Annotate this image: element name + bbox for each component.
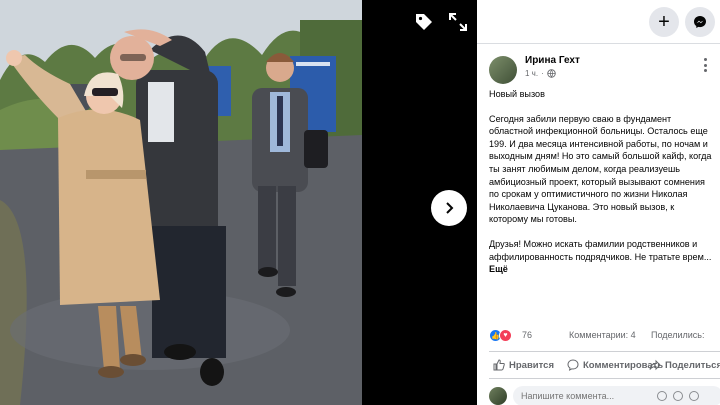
composer-icons: [657, 391, 699, 401]
author-name[interactable]: Ирина Гехт: [525, 55, 580, 66]
post-paragraph-1: Сегодня забили первую сваю в фундамент о…: [489, 113, 712, 225]
meta-separator: ·: [541, 69, 544, 78]
add-button[interactable]: +: [649, 7, 679, 37]
camera-icon[interactable]: [673, 391, 683, 401]
comments-count[interactable]: Комментарии: 4: [569, 330, 636, 340]
photo-viewer: [0, 0, 477, 405]
post-panel: + Ирина Гехт 1 ч. · Новый вызов Сегодня …: [477, 0, 720, 405]
post-actions: Нравится Комментировать Поделиться: [489, 351, 720, 379]
post-meta: 1 ч. ·: [525, 69, 580, 78]
messenger-button[interactable]: [685, 7, 715, 37]
shares-count[interactable]: Поделились:: [651, 330, 704, 340]
share-label: Поделиться: [665, 359, 720, 371]
photo-illustration: [0, 0, 362, 405]
gif-icon[interactable]: [689, 391, 699, 401]
messenger-icon: [694, 16, 706, 28]
like-icon: [493, 359, 505, 371]
post-photo[interactable]: [0, 0, 362, 405]
avatar[interactable]: [489, 56, 517, 84]
share-button[interactable]: Поделиться: [649, 359, 720, 371]
like-button[interactable]: Нравится: [493, 359, 554, 371]
expand-icon[interactable]: [446, 10, 470, 34]
panel-topbar: +: [477, 0, 720, 44]
post-text: Новый вызов Сегодня забили первую сваю в…: [489, 88, 713, 288]
post-paragraph-2-text: Друзья! Можно искать фамилии родственник…: [489, 238, 712, 262]
post-author: Ирина Гехт 1 ч. ·: [489, 55, 580, 84]
share-icon: [649, 359, 661, 371]
more-options-icon[interactable]: [696, 58, 714, 72]
tag-icon[interactable]: [412, 10, 436, 34]
composer-avatar: [489, 387, 507, 405]
comment-composer: [489, 385, 720, 405]
comment-icon: [567, 359, 579, 371]
like-label: Нравится: [509, 359, 554, 371]
post-paragraph-2: Друзья! Можно искать фамилии родственник…: [489, 238, 713, 276]
post-time[interactable]: 1 ч.: [525, 69, 538, 78]
reaction-icons[interactable]: 👍 ♥: [489, 329, 512, 342]
see-more-link[interactable]: Ещё: [489, 264, 508, 274]
chevron-right-icon: [446, 202, 454, 214]
reactions-summary: 👍 ♥ 76 Комментарии: 4 Поделились:: [489, 329, 720, 343]
post-title: Новый вызов: [489, 89, 545, 99]
next-photo-button[interactable]: [431, 190, 467, 226]
globe-icon: [547, 69, 556, 78]
love-reaction-icon: ♥: [499, 329, 512, 342]
reaction-count[interactable]: 76: [522, 330, 532, 340]
emoji-icon[interactable]: [657, 391, 667, 401]
plus-icon: +: [658, 11, 670, 33]
